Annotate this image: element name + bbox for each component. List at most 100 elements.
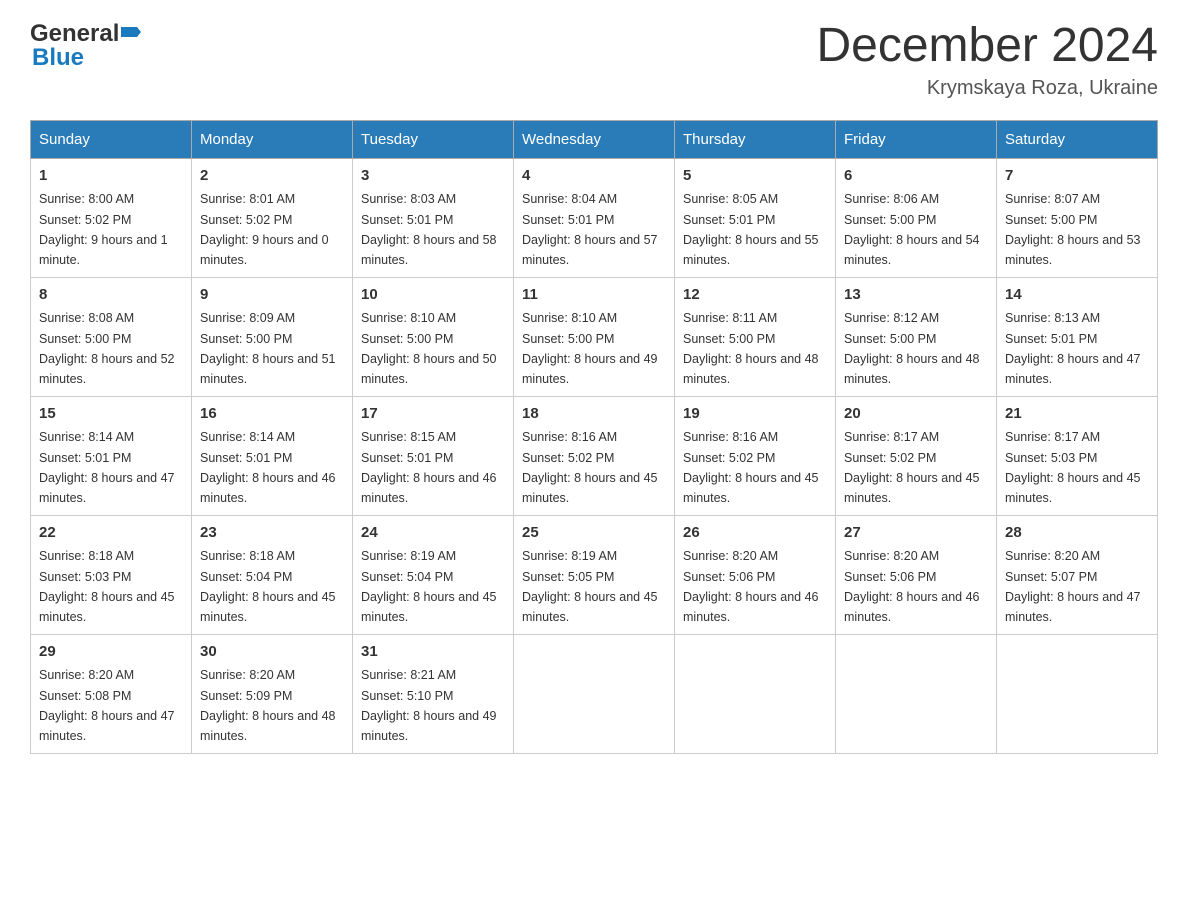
- day-number: 19: [683, 403, 827, 426]
- day-info: Sunrise: 8:18 AMSunset: 5:03 PMDaylight:…: [39, 549, 175, 624]
- day-info: Sunrise: 8:11 AMSunset: 5:00 PMDaylight:…: [683, 311, 819, 386]
- logo-flag-icon: [119, 23, 141, 45]
- location-subtitle: Krymskaya Roza, Ukraine: [816, 77, 1158, 100]
- calendar-cell: 8 Sunrise: 8:08 AMSunset: 5:00 PMDayligh…: [31, 277, 192, 396]
- day-info: Sunrise: 8:21 AMSunset: 5:10 PMDaylight:…: [361, 668, 497, 743]
- calendar-cell: [514, 634, 675, 753]
- calendar-cell: 2 Sunrise: 8:01 AMSunset: 5:02 PMDayligh…: [192, 158, 353, 277]
- calendar-cell: 4 Sunrise: 8:04 AMSunset: 5:01 PMDayligh…: [514, 158, 675, 277]
- day-info: Sunrise: 8:06 AMSunset: 5:00 PMDaylight:…: [844, 192, 980, 267]
- day-number: 13: [844, 284, 988, 307]
- day-info: Sunrise: 8:20 AMSunset: 5:08 PMDaylight:…: [39, 668, 175, 743]
- calendar-cell: 17 Sunrise: 8:15 AMSunset: 5:01 PMDaylig…: [353, 396, 514, 515]
- day-info: Sunrise: 8:18 AMSunset: 5:04 PMDaylight:…: [200, 549, 336, 624]
- day-number: 4: [522, 165, 666, 188]
- day-number: 8: [39, 284, 183, 307]
- calendar-cell: 30 Sunrise: 8:20 AMSunset: 5:09 PMDaylig…: [192, 634, 353, 753]
- col-header-sunday: Sunday: [31, 120, 192, 158]
- calendar-cell: 16 Sunrise: 8:14 AMSunset: 5:01 PMDaylig…: [192, 396, 353, 515]
- logo-blue-text: Blue: [32, 44, 84, 72]
- day-number: 3: [361, 165, 505, 188]
- calendar-cell: 6 Sunrise: 8:06 AMSunset: 5:00 PMDayligh…: [836, 158, 997, 277]
- day-info: Sunrise: 8:17 AMSunset: 5:03 PMDaylight:…: [1005, 430, 1141, 505]
- calendar-cell: 19 Sunrise: 8:16 AMSunset: 5:02 PMDaylig…: [675, 396, 836, 515]
- day-number: 11: [522, 284, 666, 307]
- day-number: 16: [200, 403, 344, 426]
- day-number: 10: [361, 284, 505, 307]
- calendar-week-3: 15 Sunrise: 8:14 AMSunset: 5:01 PMDaylig…: [31, 396, 1158, 515]
- col-header-monday: Monday: [192, 120, 353, 158]
- calendar-cell: 20 Sunrise: 8:17 AMSunset: 5:02 PMDaylig…: [836, 396, 997, 515]
- day-info: Sunrise: 8:19 AMSunset: 5:05 PMDaylight:…: [522, 549, 658, 624]
- calendar-cell: 23 Sunrise: 8:18 AMSunset: 5:04 PMDaylig…: [192, 515, 353, 634]
- day-number: 17: [361, 403, 505, 426]
- col-header-friday: Friday: [836, 120, 997, 158]
- day-number: 31: [361, 641, 505, 664]
- day-info: Sunrise: 8:07 AMSunset: 5:00 PMDaylight:…: [1005, 192, 1141, 267]
- day-info: Sunrise: 8:15 AMSunset: 5:01 PMDaylight:…: [361, 430, 497, 505]
- day-number: 25: [522, 522, 666, 545]
- calendar-week-5: 29 Sunrise: 8:20 AMSunset: 5:08 PMDaylig…: [31, 634, 1158, 753]
- day-info: Sunrise: 8:08 AMSunset: 5:00 PMDaylight:…: [39, 311, 175, 386]
- day-info: Sunrise: 8:16 AMSunset: 5:02 PMDaylight:…: [683, 430, 819, 505]
- day-info: Sunrise: 8:20 AMSunset: 5:07 PMDaylight:…: [1005, 549, 1141, 624]
- calendar-cell: 3 Sunrise: 8:03 AMSunset: 5:01 PMDayligh…: [353, 158, 514, 277]
- day-info: Sunrise: 8:03 AMSunset: 5:01 PMDaylight:…: [361, 192, 497, 267]
- col-header-wednesday: Wednesday: [514, 120, 675, 158]
- calendar-cell: 14 Sunrise: 8:13 AMSunset: 5:01 PMDaylig…: [997, 277, 1158, 396]
- calendar-cell: 28 Sunrise: 8:20 AMSunset: 5:07 PMDaylig…: [997, 515, 1158, 634]
- day-number: 23: [200, 522, 344, 545]
- day-info: Sunrise: 8:20 AMSunset: 5:09 PMDaylight:…: [200, 668, 336, 743]
- page-header: General Blue December 2024 Krymskaya Roz…: [30, 20, 1158, 100]
- logo: General Blue: [30, 20, 141, 72]
- calendar-cell: 24 Sunrise: 8:19 AMSunset: 5:04 PMDaylig…: [353, 515, 514, 634]
- day-number: 14: [1005, 284, 1149, 307]
- day-info: Sunrise: 8:14 AMSunset: 5:01 PMDaylight:…: [39, 430, 175, 505]
- day-info: Sunrise: 8:00 AMSunset: 5:02 PMDaylight:…: [39, 192, 168, 267]
- calendar-cell: 7 Sunrise: 8:07 AMSunset: 5:00 PMDayligh…: [997, 158, 1158, 277]
- col-header-thursday: Thursday: [675, 120, 836, 158]
- day-number: 20: [844, 403, 988, 426]
- calendar-cell: 22 Sunrise: 8:18 AMSunset: 5:03 PMDaylig…: [31, 515, 192, 634]
- day-number: 12: [683, 284, 827, 307]
- day-number: 22: [39, 522, 183, 545]
- day-info: Sunrise: 8:10 AMSunset: 5:00 PMDaylight:…: [361, 311, 497, 386]
- calendar-cell: [836, 634, 997, 753]
- calendar-week-4: 22 Sunrise: 8:18 AMSunset: 5:03 PMDaylig…: [31, 515, 1158, 634]
- title-section: December 2024 Krymskaya Roza, Ukraine: [816, 20, 1158, 100]
- calendar-cell: 13 Sunrise: 8:12 AMSunset: 5:00 PMDaylig…: [836, 277, 997, 396]
- calendar-cell: 18 Sunrise: 8:16 AMSunset: 5:02 PMDaylig…: [514, 396, 675, 515]
- day-info: Sunrise: 8:19 AMSunset: 5:04 PMDaylight:…: [361, 549, 497, 624]
- day-info: Sunrise: 8:16 AMSunset: 5:02 PMDaylight:…: [522, 430, 658, 505]
- day-number: 24: [361, 522, 505, 545]
- calendar-table: SundayMondayTuesdayWednesdayThursdayFrid…: [30, 120, 1158, 754]
- day-info: Sunrise: 8:12 AMSunset: 5:00 PMDaylight:…: [844, 311, 980, 386]
- calendar-cell: 25 Sunrise: 8:19 AMSunset: 5:05 PMDaylig…: [514, 515, 675, 634]
- calendar-cell: [675, 634, 836, 753]
- day-number: 9: [200, 284, 344, 307]
- day-number: 2: [200, 165, 344, 188]
- day-info: Sunrise: 8:20 AMSunset: 5:06 PMDaylight:…: [844, 549, 980, 624]
- day-info: Sunrise: 8:10 AMSunset: 5:00 PMDaylight:…: [522, 311, 658, 386]
- calendar-header-row: SundayMondayTuesdayWednesdayThursdayFrid…: [31, 120, 1158, 158]
- day-number: 21: [1005, 403, 1149, 426]
- day-number: 29: [39, 641, 183, 664]
- day-info: Sunrise: 8:20 AMSunset: 5:06 PMDaylight:…: [683, 549, 819, 624]
- calendar-cell: 26 Sunrise: 8:20 AMSunset: 5:06 PMDaylig…: [675, 515, 836, 634]
- month-year-title: December 2024: [816, 20, 1158, 73]
- day-number: 28: [1005, 522, 1149, 545]
- calendar-cell: 1 Sunrise: 8:00 AMSunset: 5:02 PMDayligh…: [31, 158, 192, 277]
- day-info: Sunrise: 8:05 AMSunset: 5:01 PMDaylight:…: [683, 192, 819, 267]
- calendar-cell: [997, 634, 1158, 753]
- calendar-cell: 11 Sunrise: 8:10 AMSunset: 5:00 PMDaylig…: [514, 277, 675, 396]
- day-info: Sunrise: 8:01 AMSunset: 5:02 PMDaylight:…: [200, 192, 329, 267]
- day-number: 18: [522, 403, 666, 426]
- col-header-tuesday: Tuesday: [353, 120, 514, 158]
- day-number: 26: [683, 522, 827, 545]
- col-header-saturday: Saturday: [997, 120, 1158, 158]
- calendar-cell: 5 Sunrise: 8:05 AMSunset: 5:01 PMDayligh…: [675, 158, 836, 277]
- calendar-cell: 9 Sunrise: 8:09 AMSunset: 5:00 PMDayligh…: [192, 277, 353, 396]
- calendar-cell: 21 Sunrise: 8:17 AMSunset: 5:03 PMDaylig…: [997, 396, 1158, 515]
- day-number: 27: [844, 522, 988, 545]
- day-number: 30: [200, 641, 344, 664]
